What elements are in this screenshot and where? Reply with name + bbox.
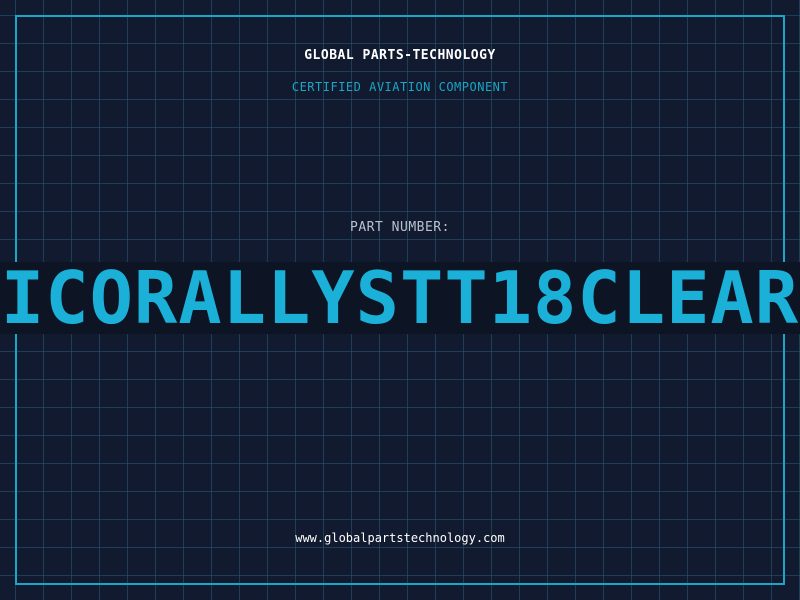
part-number-label: PART NUMBER: xyxy=(350,220,450,235)
website-url: www.globalpartstechnology.com xyxy=(295,531,505,545)
part-number-value: ICORALLYSTT18CLEAR xyxy=(0,262,800,334)
part-number-band: ICORALLYSTT18CLEAR xyxy=(0,262,800,334)
certification-tagline: CERTIFIED AVIATION COMPONENT xyxy=(291,80,509,94)
company-name: GLOBAL PARTS-TECHNOLOGY xyxy=(304,48,496,63)
certificate-page: GLOBAL PARTS-TECHNOLOGY CERTIFIED AVIATI… xyxy=(0,0,800,600)
